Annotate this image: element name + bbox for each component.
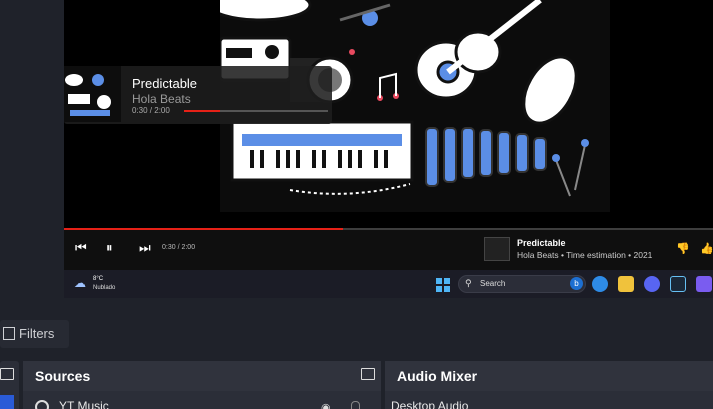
gamepad-icon[interactable] bbox=[696, 276, 712, 292]
filter-icon bbox=[3, 327, 15, 340]
windows-taskbar bbox=[64, 270, 713, 298]
overlay-album-art bbox=[64, 66, 121, 122]
scene-selected-item[interactable] bbox=[0, 395, 14, 409]
player-time: 0:30 / 2:00 bbox=[162, 244, 196, 251]
bing-icon[interactable]: b bbox=[570, 277, 583, 290]
now-playing-subtitle: Hola Beats • Time estimation • 2021 bbox=[517, 250, 653, 260]
cloud-icon: ☁ bbox=[74, 276, 86, 290]
obs-window: ⏮ ⏸ ⏭ 0:30 / 2:00 Predictable Hola Beats… bbox=[0, 0, 713, 409]
edge-icon[interactable] bbox=[592, 276, 608, 292]
like-icon[interactable]: 👍 bbox=[700, 242, 713, 255]
previous-track-icon[interactable]: ⏮ bbox=[75, 240, 87, 256]
weather-temperature: 8°C bbox=[93, 276, 104, 282]
now-playing-thumbnail bbox=[484, 237, 510, 261]
steam-icon[interactable] bbox=[670, 276, 686, 292]
pause-icon[interactable]: ⏸ bbox=[106, 240, 113, 256]
filters-label: Filters bbox=[19, 326, 55, 341]
windows-start-icon[interactable] bbox=[436, 278, 450, 292]
sources-undock-icon[interactable] bbox=[361, 368, 375, 380]
audio-mixer-item-label: Desktop Audio bbox=[391, 399, 469, 409]
overlay-track-title: Predictable bbox=[132, 76, 198, 91]
search-icon: ⚲ bbox=[465, 278, 472, 288]
file-explorer-icon[interactable] bbox=[618, 276, 634, 292]
lock-icon[interactable] bbox=[351, 401, 360, 409]
overlay-artist: Hola Beats bbox=[132, 92, 191, 106]
visibility-eye-icon[interactable]: ◉ bbox=[321, 401, 331, 409]
overlay-progress-bar bbox=[184, 110, 328, 112]
scenes-undock-icon[interactable] bbox=[0, 368, 14, 380]
player-progress-bar[interactable] bbox=[64, 228, 713, 230]
overlay-time: 0:30 / 2:00 bbox=[132, 106, 170, 115]
next-track-icon[interactable]: ⏭ bbox=[139, 240, 151, 256]
now-playing-title[interactable]: Predictable bbox=[517, 238, 566, 248]
browser-source-icon bbox=[35, 400, 49, 409]
taskbar-search-box[interactable] bbox=[458, 275, 586, 293]
audio-mixer-dock: Audio Mixer Desktop Audio bbox=[385, 361, 713, 409]
weather-condition: Nublado bbox=[93, 285, 116, 291]
dislike-icon[interactable]: 👎 bbox=[676, 242, 690, 255]
sources-title: Sources bbox=[35, 368, 91, 384]
search-placeholder: Search bbox=[480, 279, 506, 288]
discord-icon[interactable] bbox=[644, 276, 660, 292]
audio-mixer-title: Audio Mixer bbox=[397, 368, 478, 384]
source-item-label[interactable]: YT Music bbox=[59, 399, 109, 409]
